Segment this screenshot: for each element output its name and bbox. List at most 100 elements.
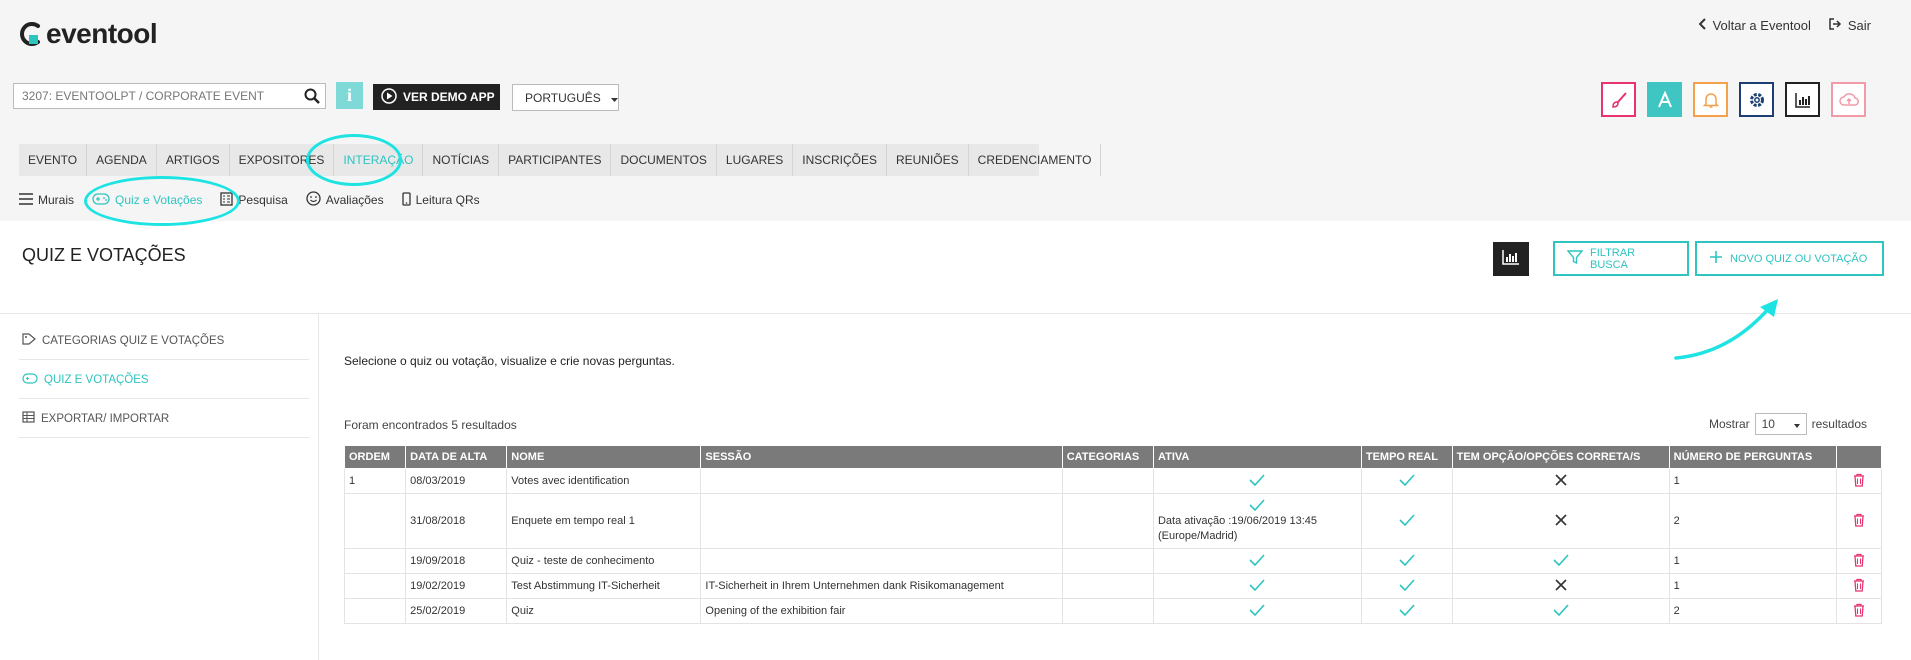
check-icon — [1399, 513, 1415, 529]
new-quiz-button[interactable]: NOVO QUIZ OU VOTAÇÃO — [1695, 241, 1884, 276]
table-row[interactable]: 19/02/2019 Test Abstimmung IT-Sicherheit I… — [343, 573, 1883, 599]
nav-lugares[interactable]: LUGARES — [717, 144, 794, 176]
col-nome[interactable]: NOME — [506, 445, 702, 469]
brush-icon[interactable] — [1601, 82, 1636, 117]
check-icon — [1249, 473, 1266, 489]
statistics-button[interactable] — [1493, 242, 1529, 276]
nav-credenciamento[interactable]: CREDENCIAMENTO — [969, 144, 1102, 176]
logo-mark-icon — [20, 22, 40, 46]
subnav-pesquisa[interactable]: Pesquisa — [220, 191, 288, 209]
cell-ordem — [343, 598, 407, 624]
view-demo-app-button[interactable]: VER DEMO APP — [373, 84, 500, 110]
trash-icon[interactable] — [1853, 473, 1865, 490]
cell-tempo-real — [1360, 468, 1453, 494]
cell-nome: Enquete em tempo real 1 — [506, 493, 702, 549]
subnav-quiz-votacoes[interactable]: Quiz e Votações — [92, 192, 202, 208]
col-data-alta[interactable]: DATA DE ALTA — [405, 445, 508, 469]
filter-search-button[interactable]: FILTRAR BUSCA — [1553, 241, 1689, 276]
trash-icon[interactable] — [1853, 513, 1865, 530]
sidebar-item-categorias[interactable]: CATEGORIAS QUIZ E VOTAÇÕES — [19, 322, 309, 360]
cell-nome: Quiz — [506, 598, 702, 624]
event-search-input[interactable] — [14, 88, 299, 104]
subnav-murais-label: Murais — [38, 193, 75, 207]
logout-link[interactable]: Sair — [1829, 18, 1871, 33]
table-row[interactable]: 25/02/2019 Quiz Opening of the exhibition … — [343, 598, 1883, 624]
col-sessao[interactable]: SESSÃO — [700, 445, 1063, 469]
quiz-table: ORDEM DATA DE ALTA NOME SESSÃO CATEGORIA… — [343, 445, 1883, 624]
nav-interacao[interactable]: INTERAÇÃO — [334, 144, 424, 176]
sidebar-item-quiz-votacoes[interactable]: QUIZ E VOTAÇÕES — [19, 361, 309, 399]
filter-icon — [1566, 249, 1584, 268]
nav-reunioes[interactable]: REUNIÕES — [887, 144, 969, 176]
gear-icon[interactable] — [1739, 82, 1774, 117]
table-row[interactable]: 1 08/03/2019 Votes avec identification 1 — [343, 468, 1883, 494]
subnav-pesquisa-label: Pesquisa — [238, 193, 288, 207]
col-categorias[interactable]: CATEGORIAS — [1061, 445, 1154, 469]
logo-text: eventool — [46, 18, 158, 49]
logo[interactable]: eventool — [18, 18, 158, 50]
table-row[interactable]: 19/09/2018 Quiz - teste de conhecimento 1 — [343, 548, 1883, 574]
cell-tempo-real — [1360, 548, 1453, 574]
col-ativa[interactable]: ATIVA — [1152, 445, 1362, 469]
cell-sessao — [700, 548, 1063, 574]
nav-inscricoes[interactable]: INSCRIÇÕES — [793, 144, 887, 176]
cell-sessao — [700, 493, 1063, 549]
language-select[interactable]: PORTUGUÊS — [512, 84, 619, 111]
cell-delete — [1835, 468, 1883, 494]
cell-num-perguntas: 1 — [1668, 468, 1837, 494]
cell-ativa — [1152, 548, 1362, 574]
page-size-select[interactable]: 10 — [1754, 413, 1807, 435]
nav-expositores[interactable]: EXPOSITORES — [230, 144, 335, 176]
info-button[interactable]: i — [336, 82, 363, 109]
intro-text: Selecione o quiz ou votação, visualize e… — [344, 354, 675, 368]
col-numero-perguntas[interactable]: NÚMERO DE PERGUNTAS — [1668, 445, 1837, 469]
sidebar-item-label: EXPORTAR/ IMPORTAR — [41, 412, 170, 425]
results-count: Foram encontrados 5 resultados — [344, 418, 517, 432]
table-row[interactable]: 31/08/2018 Enquete em tempo real 1 Data at… — [343, 493, 1883, 549]
check-icon — [1553, 553, 1569, 569]
cell-data: 19/09/2018 — [405, 548, 508, 574]
smiley-icon — [306, 191, 321, 209]
back-to-eventool-link[interactable]: Voltar a Eventool — [1698, 18, 1811, 33]
cell-nome: Votes avec identification — [506, 468, 702, 494]
bar-chart-icon — [1502, 249, 1520, 270]
cell-categorias — [1061, 468, 1154, 494]
subnav-avaliacoes[interactable]: Avaliações — [306, 191, 384, 209]
trash-icon[interactable] — [1853, 578, 1865, 595]
nav-noticias[interactable]: NOTÍCIAS — [423, 144, 500, 176]
sidebar-item-exportar[interactable]: EXPORTAR/ IMPORTAR — [19, 400, 309, 438]
caret-down-icon — [1793, 417, 1800, 431]
demo-button-label: VER DEMO APP — [403, 90, 495, 104]
col-ordem[interactable]: ORDEM — [343, 445, 407, 469]
nav-participantes[interactable]: PARTICIPANTES — [499, 144, 612, 176]
cell-opcao-correta — [1451, 468, 1670, 494]
subnav-murais[interactable]: Murais — [19, 192, 75, 208]
info-icon: i — [346, 85, 352, 105]
chart-icon[interactable] — [1785, 82, 1820, 117]
gamepad-icon — [92, 192, 110, 208]
cell-num-perguntas: 1 — [1668, 573, 1837, 599]
play-circle-icon — [381, 87, 397, 107]
subnav-leitura-qrs[interactable]: Leitura QRs — [401, 191, 480, 209]
logout-label: Sair — [1847, 18, 1871, 33]
nav-artigos[interactable]: ARTIGOS — [157, 144, 230, 176]
page-size-control: Mostrar 10 resultados — [1709, 413, 1867, 435]
search-icon[interactable] — [299, 84, 325, 108]
nav-agenda[interactable]: AGENDA — [87, 144, 157, 176]
trash-icon[interactable] — [1853, 553, 1865, 570]
cell-data: 19/02/2019 — [405, 573, 508, 599]
col-tempo-real[interactable]: TEMPO REAL — [1360, 445, 1453, 469]
check-icon — [1249, 578, 1266, 594]
cell-ativa: Data ativação :19/06/2019 13:45 (Europe/… — [1152, 493, 1362, 549]
cloud-upload-icon[interactable] — [1831, 82, 1866, 117]
bell-icon[interactable] — [1693, 82, 1728, 117]
cell-num-perguntas: 1 — [1668, 548, 1837, 574]
col-opcao-correta[interactable]: TEM OPÇÃO/OPÇÕES CORRETA/S — [1451, 445, 1670, 469]
activation-date: Data ativação :19/06/2019 13:45 (Europe/… — [1157, 514, 1317, 542]
font-icon[interactable] — [1647, 82, 1682, 117]
trash-icon[interactable] — [1853, 603, 1865, 620]
cell-delete — [1835, 493, 1883, 549]
nav-documentos[interactable]: DOCUMENTOS — [611, 144, 717, 176]
sidebar-item-label: QUIZ E VOTAÇÕES — [44, 373, 149, 386]
nav-evento[interactable]: EVENTO — [19, 144, 88, 176]
